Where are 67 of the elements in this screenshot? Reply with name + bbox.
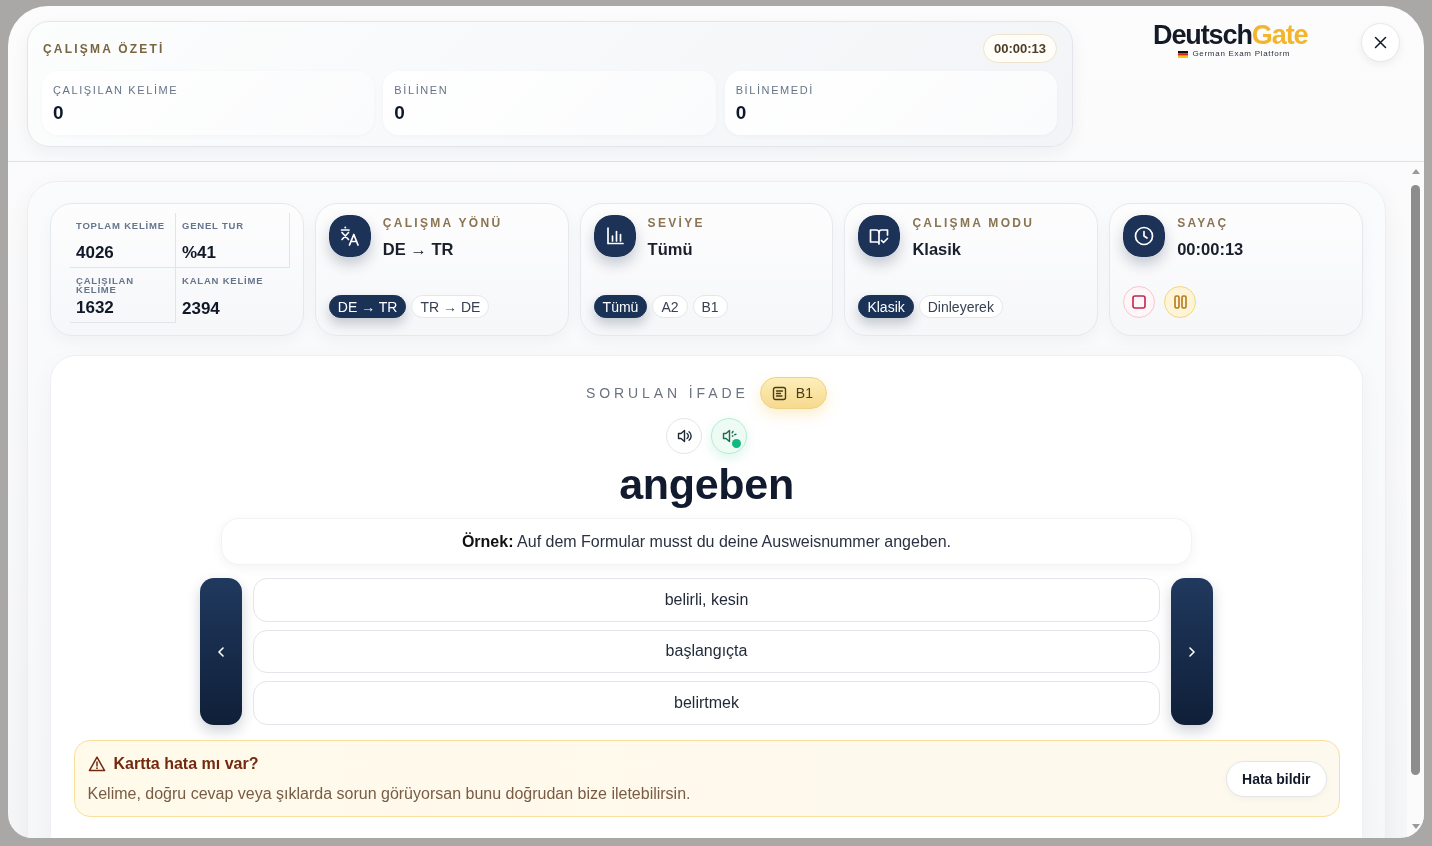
filter-chip[interactable]: Klasik	[858, 295, 914, 318]
report-button[interactable]: Hata bildir	[1226, 760, 1327, 797]
document-icon	[771, 385, 787, 401]
chevron-right-icon	[1188, 646, 1196, 657]
stat-value: 4026	[76, 243, 115, 263]
question-word: angeben	[619, 459, 794, 510]
answer-option[interactable]: belirtmek	[253, 681, 1160, 725]
example-sentence: Örnek: Auf dem Formular musst du deine Ausweisnummer angeben.	[221, 518, 1192, 565]
filter-chip[interactable]: Tümü	[593, 295, 648, 318]
stat-label: GENEL TUR	[182, 221, 245, 230]
filter-chip[interactable]: TR → DE	[411, 295, 490, 318]
stat-value: 0	[394, 102, 406, 124]
report-text: Kelime, doğru cevap veya şıklarda sorun görüyorsan bunu doğrudan bize iletebilirsin.	[87, 783, 691, 804]
setting-title: ÇALIŞMA MODU	[912, 216, 1035, 230]
elapsed-time: 00:00:13	[982, 34, 1057, 63]
next-button[interactable]	[1171, 578, 1213, 725]
stat-label: KALAN KELİME	[182, 276, 265, 285]
stop-icon	[1132, 295, 1147, 309]
speaker-button[interactable]	[666, 418, 702, 454]
level-label: B1	[795, 385, 813, 401]
clock-icon	[1123, 215, 1166, 257]
setting-title: SEVİYE	[647, 216, 705, 230]
logo-tagline: German Exam Platform	[1192, 49, 1290, 59]
stat-label: TOPLAM KELİME	[76, 221, 166, 230]
stat-label: BİLİNEMEDİ	[735, 84, 815, 97]
stat-value: 2394	[182, 299, 221, 319]
filter-chip[interactable]: Dinleyerek	[918, 295, 1003, 318]
speaker-icon	[721, 428, 737, 444]
stat-label: ÇALIŞILAN KELİME	[53, 84, 180, 97]
setting-title: SAYAÇ	[1177, 216, 1230, 230]
pause-icon	[1173, 295, 1187, 309]
stat-value: %41	[182, 243, 218, 263]
status-dot-icon	[732, 439, 741, 448]
stat-value: 0	[53, 102, 65, 124]
close-button[interactable]	[1361, 23, 1400, 62]
stop-button[interactable]	[1123, 286, 1156, 318]
setting-title: ÇALIŞMA YÖNÜ	[382, 216, 503, 230]
book-check-icon	[858, 215, 901, 257]
stat-label: BİLİNEN	[394, 84, 450, 97]
speaker-icon	[676, 428, 692, 444]
answer-option[interactable]: başlangıçta	[253, 629, 1160, 673]
scrollbar-thumb[interactable]	[1411, 185, 1420, 775]
question-heading: SORULAN İFADE	[586, 385, 749, 401]
scroll-down-icon	[1411, 824, 1420, 829]
answer-option[interactable]: belirli, kesin	[253, 578, 1160, 622]
stat-value: 1632	[76, 298, 115, 318]
chevron-left-icon	[217, 646, 225, 657]
setting-value: 00:00:13	[1177, 239, 1244, 259]
bar-chart-icon	[593, 215, 636, 257]
scroll-up-icon	[1411, 169, 1420, 174]
report-title: Kartta hata mı var?	[113, 753, 259, 774]
flag-icon	[1178, 50, 1189, 58]
filter-chip[interactable]: A2	[652, 295, 688, 318]
summary-title: ÇALIŞMA ÖZETİ	[43, 41, 165, 56]
previous-button[interactable]	[200, 578, 242, 725]
filter-chip[interactable]: DE → TR	[328, 295, 407, 318]
setting-value: Tümü	[647, 239, 694, 259]
stat-value: 0	[735, 102, 748, 124]
stat-label: ÇALIŞILAN KELİME	[76, 276, 135, 294]
pause-button[interactable]	[1164, 286, 1197, 318]
close-icon	[1374, 36, 1387, 49]
translate-icon	[328, 215, 371, 257]
warning-icon	[87, 755, 106, 772]
setting-value: Klasik	[912, 239, 962, 259]
setting-value: DE → TR	[382, 239, 455, 259]
brand-logo: DeutschGate	[1153, 22, 1308, 48]
filter-chip[interactable]: B1	[692, 295, 728, 318]
